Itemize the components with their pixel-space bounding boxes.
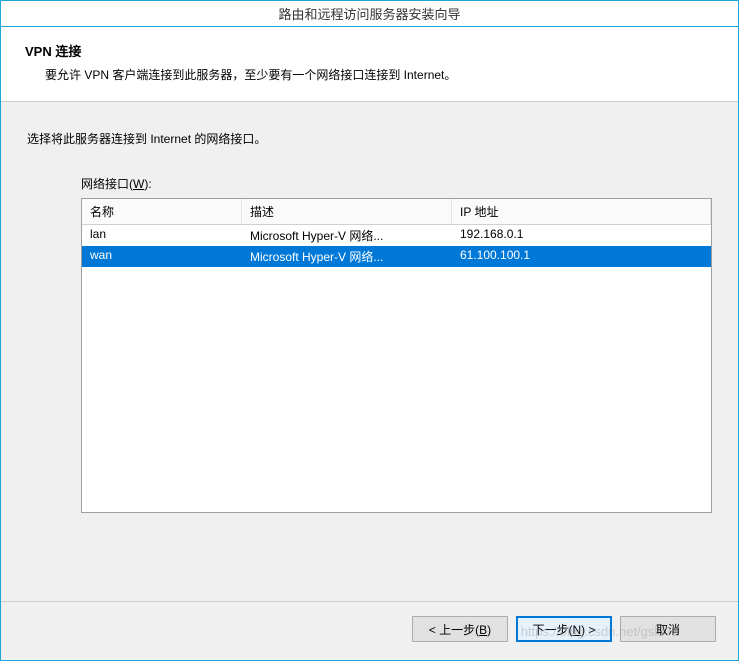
list-label: 网络接口(W): [81, 175, 712, 192]
button-bar: < 上一步(B) 下一步(N) > 取消 [1, 601, 738, 660]
cell-ip: 192.168.0.1 [452, 225, 711, 246]
cancel-button[interactable]: 取消 [620, 616, 716, 642]
column-name[interactable]: 名称 [82, 199, 242, 224]
cell-description: Microsoft Hyper-V 网络... [242, 225, 452, 246]
cell-ip: 61.100.100.1 [452, 246, 711, 267]
table-row[interactable]: lan Microsoft Hyper-V 网络... 192.168.0.1 [82, 225, 711, 246]
titlebar: 路由和远程访问服务器安装向导 [1, 1, 738, 27]
next-button[interactable]: 下一步(N) > [516, 616, 612, 642]
column-ip-address[interactable]: IP 地址 [452, 199, 711, 224]
page-description: 要允许 VPN 客户端连接到此服务器，至少要有一个网络接口连接到 Interne… [45, 66, 714, 83]
back-button[interactable]: < 上一步(B) [412, 616, 508, 642]
table-header: 名称 描述 IP 地址 [82, 199, 711, 225]
table-row[interactable]: wan Microsoft Hyper-V 网络... 61.100.100.1 [82, 246, 711, 267]
cell-name: wan [82, 246, 242, 267]
header-section: VPN 连接 要允许 VPN 客户端连接到此服务器，至少要有一个网络接口连接到 … [1, 27, 738, 102]
instruction-text: 选择将此服务器连接到 Internet 的网络接口。 [27, 130, 712, 147]
cell-description: Microsoft Hyper-V 网络... [242, 246, 452, 267]
wizard-window: 路由和远程访问服务器安装向导 VPN 连接 要允许 VPN 客户端连接到此服务器… [0, 0, 739, 661]
network-interface-list[interactable]: 名称 描述 IP 地址 lan Microsoft Hyper-V 网络... … [81, 198, 712, 513]
column-description[interactable]: 描述 [242, 199, 452, 224]
content-area: 选择将此服务器连接到 Internet 的网络接口。 网络接口(W): 名称 描… [1, 102, 738, 601]
window-title: 路由和远程访问服务器安装向导 [278, 4, 460, 23]
cell-name: lan [82, 225, 242, 246]
page-title: VPN 连接 [25, 41, 714, 60]
